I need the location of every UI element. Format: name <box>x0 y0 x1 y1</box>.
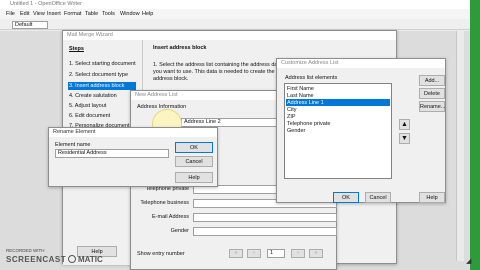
list-item-selected-label: Address Line 1 <box>287 100 324 106</box>
element-name-value: Residential Address <box>58 150 107 156</box>
step-item-active-label: 3. Insert address block <box>69 83 125 89</box>
menu-table[interactable]: Table <box>85 11 98 17</box>
customize-help-button[interactable]: Help <box>419 192 445 203</box>
menu-file[interactable]: File <box>6 11 15 17</box>
email-address-label: E-mail Address <box>152 214 189 220</box>
step-item[interactable]: 4. Create salutation <box>69 93 117 99</box>
rename-element-label: Rename... <box>420 104 446 110</box>
next-entry-icon: › <box>297 250 299 256</box>
menu-tools[interactable]: Tools <box>102 11 115 17</box>
previous-entry-button[interactable]: ‹ <box>247 249 261 258</box>
menu-insert[interactable]: Insert <box>47 11 61 17</box>
customize-ok-button[interactable]: OK <box>333 192 359 203</box>
wizard-section-heading: Insert address block <box>153 45 207 51</box>
rename-title: Rename Element <box>53 129 96 135</box>
step-item[interactable]: 5. Adjust layout <box>69 103 106 109</box>
screencast-watermark: RECORDED WITH SCREENCAST MATIC <box>6 248 136 268</box>
wizard-instruction: 1. Select the address list containing th… <box>153 62 283 83</box>
wifi-icon: ◢ <box>466 258 472 265</box>
address-list-title: New Address List <box>135 92 178 98</box>
menu-edit[interactable]: Edit <box>20 11 29 17</box>
step-item[interactable]: 2. Select document type <box>69 72 128 78</box>
rename-ok-button[interactable]: OK <box>175 142 213 153</box>
customize-title-bar: Customize Address List <box>277 59 445 68</box>
list-item[interactable]: Gender <box>287 128 305 134</box>
paragraph-style-value: Default <box>15 22 33 28</box>
wizard-title-bar: Mail Merge Wizard <box>63 31 396 40</box>
next-entry-button[interactable]: › <box>291 249 305 258</box>
paragraph-style-select[interactable]: Default <box>12 21 48 29</box>
first-entry-button[interactable]: « <box>229 249 243 258</box>
show-entry-number-label: Show entry number <box>137 251 185 257</box>
gender-field[interactable] <box>193 227 337 236</box>
rename-cancel-label: Cancel <box>185 159 203 165</box>
steps-heading: Steps <box>69 46 84 52</box>
element-name-label: Element name <box>55 142 91 148</box>
gender-label: Gender <box>170 228 189 234</box>
arrow-down-icon: ▼ <box>401 135 408 142</box>
customize-cancel-button[interactable]: Cancel <box>365 192 391 203</box>
writer-title: Untitled 1 - OpenOffice Writer <box>10 1 82 7</box>
watermark-logo-icon <box>68 255 76 263</box>
last-entry-icon: » <box>314 250 318 256</box>
toolbar: Default <box>0 19 480 30</box>
watermark-line2: SCREENCAST <box>6 255 67 264</box>
customize-ok-label: OK <box>342 195 350 201</box>
rename-element-dialog: Rename Element Element name Residential … <box>48 127 218 187</box>
rename-element-button[interactable]: Rename... <box>419 101 445 112</box>
email-address-field[interactable] <box>193 213 337 222</box>
vertical-scrollbar[interactable] <box>456 31 464 261</box>
wizard-title: Mail Merge Wizard <box>67 32 113 38</box>
move-up-button[interactable]: ▲ <box>399 119 410 130</box>
last-entry-button[interactable]: » <box>309 249 323 258</box>
list-item[interactable]: ZIP <box>287 114 296 120</box>
telephone-business-label: Telephone business <box>140 200 189 206</box>
element-name-input[interactable]: Residential Address <box>55 149 169 158</box>
address-list-elements-listbox[interactable]: First Name Last Name Address Line 1 City… <box>284 83 392 179</box>
address-list-elements-label: Address list elements <box>285 75 338 81</box>
watermark-line3: MATIC <box>78 255 103 264</box>
menu-bar: File Edit View Insert Format Table Tools… <box>0 9 480 19</box>
rename-ok-label: OK <box>190 145 198 151</box>
menu-view[interactable]: View <box>33 11 45 17</box>
previous-entry-icon: ‹ <box>253 250 255 256</box>
first-entry-icon: « <box>234 250 238 256</box>
list-item[interactable]: First Name <box>287 86 314 92</box>
customize-address-list-dialog: Customize Address List Address list elem… <box>276 58 446 203</box>
customize-title: Customize Address List <box>281 60 339 66</box>
menu-format[interactable]: Format <box>64 11 81 17</box>
menu-window[interactable]: Window <box>120 11 140 17</box>
step-item[interactable]: 1. Select starting document <box>69 61 136 67</box>
step-item[interactable]: 6. Edit document <box>69 113 110 119</box>
arrow-up-icon: ▲ <box>401 121 408 128</box>
menu-help[interactable]: Help <box>142 11 153 17</box>
wizard-instruction-text: 1. Select the address list containing th… <box>153 62 283 82</box>
rename-help-button[interactable]: Help <box>175 172 213 183</box>
green-window-edge <box>470 0 480 270</box>
add-element-button[interactable]: Add... <box>419 75 445 86</box>
entry-number-field[interactable]: 1 <box>267 249 285 258</box>
move-down-button[interactable]: ▼ <box>399 133 410 144</box>
writer-title-bar: Untitled 1 - OpenOffice Writer <box>0 0 480 9</box>
delete-element-button[interactable]: Delete <box>419 88 445 99</box>
rename-help-label: Help <box>188 175 200 181</box>
delete-element-label: Delete <box>424 91 440 97</box>
customize-cancel-label: Cancel <box>369 195 387 201</box>
rename-cancel-button[interactable]: Cancel <box>175 156 213 167</box>
list-item[interactable]: Telephone private <box>287 121 330 127</box>
watermark-line1: RECORDED WITH <box>6 248 45 253</box>
rename-title-bar: Rename Element <box>49 128 217 137</box>
address-line-2-value: Address Line 2 <box>184 119 221 125</box>
list-item[interactable]: City <box>287 107 296 113</box>
entry-number-value: 1 <box>270 250 274 256</box>
customize-help-label: Help <box>426 195 438 201</box>
add-element-label: Add... <box>424 78 440 84</box>
